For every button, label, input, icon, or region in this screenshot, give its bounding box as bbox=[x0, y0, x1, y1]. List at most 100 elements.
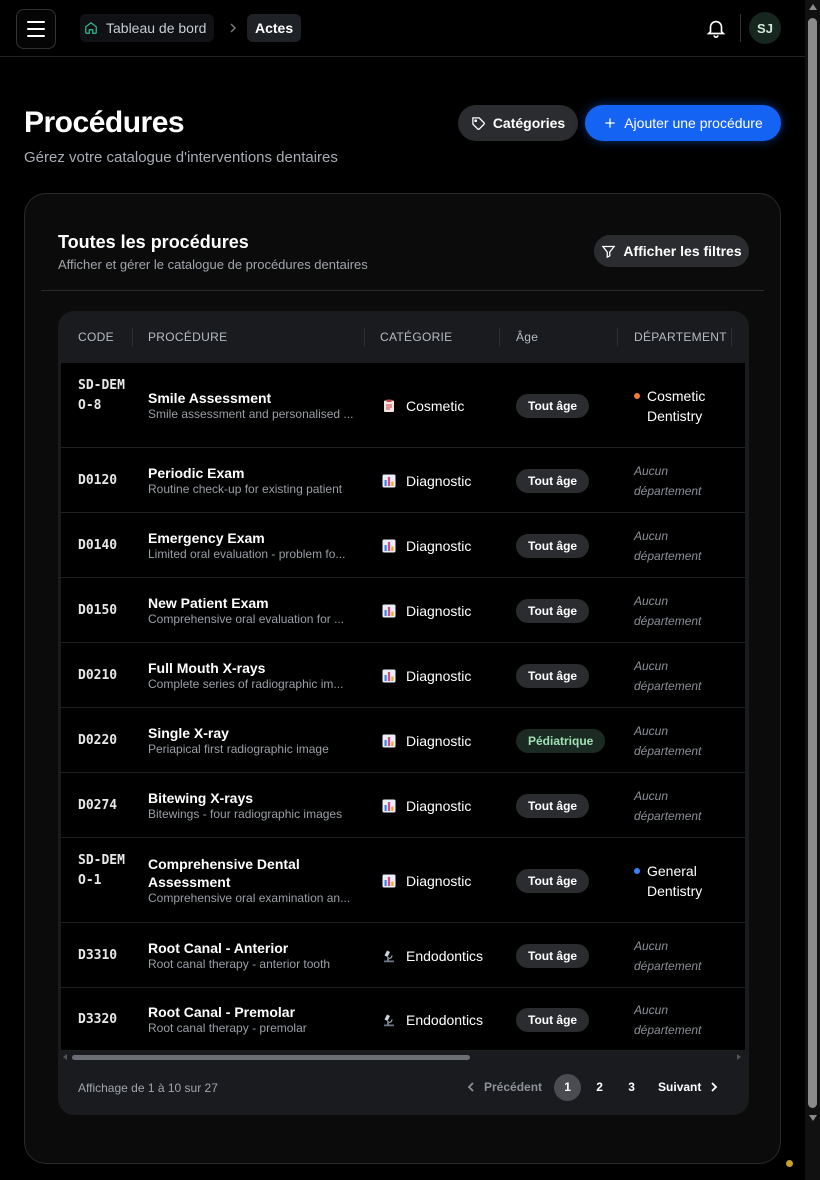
procedure-cell: Smile Assessment Smile assessment and per… bbox=[148, 389, 358, 422]
table-row[interactable]: D0140 Emergency Exam Limited oral evaluati… bbox=[61, 513, 745, 578]
department-cell: Cosmetic Dentistry bbox=[634, 386, 734, 426]
column-header-procedure[interactable]: PROCÉDURE bbox=[148, 311, 227, 363]
category-label: Cosmetic bbox=[406, 397, 465, 414]
filter-icon bbox=[601, 245, 616, 258]
divider bbox=[740, 14, 741, 42]
menu-button[interactable] bbox=[16, 9, 56, 49]
previous-page-button[interactable]: Précédent bbox=[466, 1080, 542, 1094]
department-label: General Dentistry bbox=[647, 862, 703, 899]
card-title: Toutes les procédures bbox=[58, 232, 249, 252]
page-button-1[interactable]: 1 bbox=[554, 1073, 582, 1101]
horizontal-scrollbar-thumb[interactable] bbox=[72, 1055, 470, 1060]
age-badge: Tout âge bbox=[516, 868, 590, 893]
department-cell: Aucun département bbox=[634, 591, 734, 631]
procedure-description: Routine check-up for existing patient bbox=[148, 482, 343, 496]
microscope-icon bbox=[382, 1013, 396, 1027]
page-scrollbar-thumb[interactable] bbox=[808, 18, 817, 1108]
breadcrumb-current[interactable]: Actes bbox=[247, 14, 302, 42]
plus-icon bbox=[605, 118, 615, 128]
procedure-cell: Comprehensive Dental Assessment Comprehen… bbox=[148, 855, 358, 906]
department-label: Aucun département bbox=[634, 938, 702, 973]
column-header-department[interactable]: DÉPARTEMENT bbox=[634, 311, 727, 363]
table-row[interactable]: SD-DEMO-8 Smile Assessment Smile assessmen… bbox=[61, 363, 745, 448]
category-label: Diagnostic bbox=[406, 797, 472, 814]
procedure-description: Limited oral evaluation - problem fo... bbox=[148, 547, 346, 561]
category-cell: Endodontics bbox=[382, 1010, 483, 1030]
procedure-code: SD-DEMO-1 bbox=[78, 852, 125, 888]
table-row[interactable]: D0220 Single X-ray Periapical first radiog… bbox=[61, 708, 745, 773]
procedure-name[interactable]: Smile Assessment bbox=[148, 389, 358, 407]
procedure-cell: Root Canal - Premolar Root canal therapy … bbox=[148, 1003, 358, 1036]
procedure-cell: New Patient Exam Comprehensive oral evalu… bbox=[148, 594, 358, 627]
breadcrumb-home[interactable]: Tableau de bord bbox=[80, 14, 215, 42]
show-filters-button[interactable]: Afficher les filtres bbox=[594, 235, 749, 267]
department-cell: Aucun département bbox=[634, 936, 734, 976]
scroll-down-arrow[interactable] bbox=[809, 1115, 817, 1121]
procedure-name[interactable]: Bitewing X-rays bbox=[148, 789, 358, 807]
age-badge: Tout âge bbox=[516, 663, 590, 688]
scroll-right-arrow[interactable] bbox=[737, 1054, 741, 1060]
avatar[interactable]: SJ bbox=[749, 12, 781, 44]
procedure-code: D3310 bbox=[78, 947, 118, 963]
pagination-info: Affichage de 1 à 10 sur 27 bbox=[78, 1081, 218, 1095]
category-cell: Diagnostic bbox=[382, 471, 471, 491]
age-badge: Tout âge bbox=[516, 1007, 590, 1032]
age-badge: Tout âge bbox=[516, 793, 590, 818]
procedure-name[interactable]: New Patient Exam bbox=[148, 594, 358, 612]
scroll-left-arrow[interactable] bbox=[63, 1054, 67, 1060]
page-button-3[interactable]: 3 bbox=[618, 1074, 645, 1101]
bar-chart-icon bbox=[382, 799, 396, 813]
procedure-description: Root canal therapy - anterior tooth bbox=[148, 957, 331, 971]
bar-chart-icon bbox=[382, 669, 396, 683]
scroll-up-arrow[interactable] bbox=[809, 4, 817, 10]
category-label: Diagnostic bbox=[406, 667, 472, 684]
procedure-name[interactable]: Comprehensive Dental Assessment bbox=[148, 855, 358, 891]
next-page-label: Suivant bbox=[658, 1080, 702, 1094]
department-label: Aucun département bbox=[634, 528, 702, 563]
table-row[interactable]: D0150 New Patient Exam Comprehensive oral … bbox=[61, 578, 745, 643]
procedure-description: Root canal therapy - premolar bbox=[148, 1021, 307, 1035]
add-procedure-button-label: Ajouter une procédure bbox=[624, 115, 763, 131]
divider bbox=[41, 290, 764, 291]
category-cell: Diagnostic bbox=[382, 601, 471, 621]
procedure-description: Comprehensive oral examination an... bbox=[148, 891, 351, 905]
department-color-dot bbox=[634, 867, 640, 874]
table-row[interactable]: D3310 Root Canal - Anterior Root canal the… bbox=[61, 923, 745, 988]
department-cell: Aucun département bbox=[634, 786, 734, 826]
table-row[interactable]: D0274 Bitewing X-rays Bitewings - four rad… bbox=[61, 773, 745, 838]
column-header-age[interactable]: Âge bbox=[516, 311, 538, 363]
table-row[interactable]: D0120 Periodic Exam Routine check-up for e… bbox=[61, 448, 745, 513]
procedure-code: D0274 bbox=[78, 797, 118, 813]
age-badge: Pédiatrique bbox=[516, 728, 606, 753]
column-header-code[interactable]: CODE bbox=[78, 311, 114, 363]
procedure-name[interactable]: Periodic Exam bbox=[148, 464, 358, 482]
bell-icon[interactable] bbox=[705, 17, 727, 39]
add-procedure-button[interactable]: Ajouter une procédure bbox=[585, 105, 781, 141]
category-label: Diagnostic bbox=[406, 537, 472, 554]
procedure-name[interactable]: Single X-ray bbox=[148, 724, 358, 742]
table-row[interactable]: D0210 Full Mouth X-rays Complete series of… bbox=[61, 643, 745, 708]
category-cell: Diagnostic bbox=[382, 666, 471, 686]
tag-icon bbox=[472, 116, 485, 130]
home-icon bbox=[85, 22, 97, 34]
table-row[interactable]: D3320 Root Canal - Premolar Root canal the… bbox=[61, 988, 745, 1051]
show-filters-label: Afficher les filtres bbox=[623, 243, 742, 259]
horizontal-scrollbar[interactable] bbox=[61, 1051, 745, 1063]
column-header-category[interactable]: CATÉGORIE bbox=[380, 311, 453, 363]
department-cell: Aucun département bbox=[634, 656, 734, 696]
procedure-cell: Periodic Exam Routine check-up for existi… bbox=[148, 464, 358, 497]
category-label: Diagnostic bbox=[406, 872, 472, 889]
procedure-name[interactable]: Root Canal - Anterior bbox=[148, 939, 358, 957]
next-page-button[interactable]: Suivant bbox=[658, 1080, 719, 1094]
procedure-name[interactable]: Full Mouth X-rays bbox=[148, 659, 358, 677]
categories-button-label: Catégories bbox=[492, 115, 566, 131]
page-button-2[interactable]: 2 bbox=[586, 1074, 613, 1101]
status-indicator bbox=[786, 1160, 793, 1167]
age-badge: Tout âge bbox=[516, 598, 590, 623]
categories-button[interactable]: Catégories bbox=[458, 105, 578, 141]
procedure-cell: Single X-ray Periapical first radiographi… bbox=[148, 724, 358, 757]
procedure-name[interactable]: Emergency Exam bbox=[148, 529, 358, 547]
procedure-name[interactable]: Root Canal - Premolar bbox=[148, 1003, 358, 1021]
category-label: Endodontics bbox=[406, 1011, 484, 1028]
table-row[interactable]: SD-DEMO-1 Comprehensive Dental Assessment… bbox=[61, 838, 745, 923]
